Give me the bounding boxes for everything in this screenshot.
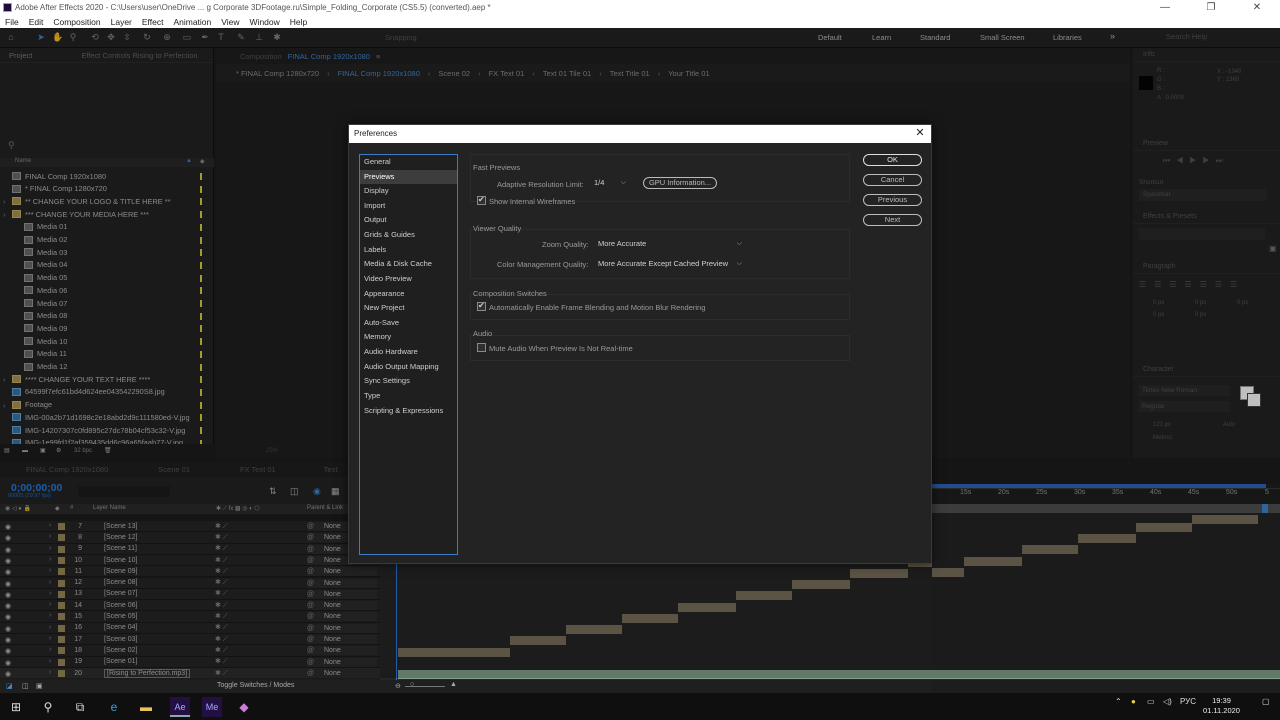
windows-taskbar: ⊞ ⚲ ⧉ e ▬ Ae Me ◆ ⌃ ● ▭ ◁) РУС 19:39 01.… (0, 693, 1280, 720)
viewer-quality-title: Viewer Quality (473, 224, 522, 233)
category-item[interactable]: Grids & Guides (360, 228, 457, 243)
zoom-slider-handle[interactable]: ○ (410, 681, 414, 688)
adaptive-resolution-dropdown[interactable]: 1/4 ⌵ (590, 177, 630, 189)
volume-icon[interactable]: ◁) (1163, 697, 1172, 706)
media-encoder-icon[interactable]: Me (202, 697, 222, 717)
chevron-down-icon: ⌵ (736, 260, 742, 267)
after-effects-icon (3, 3, 12, 12)
category-item[interactable]: Import (360, 199, 457, 214)
category-item[interactable]: Type (360, 389, 457, 404)
start-icon[interactable]: ⊞ (6, 697, 26, 717)
menu-layer[interactable]: Layer (106, 17, 137, 27)
language-indicator[interactable]: РУС (1180, 697, 1196, 706)
toggle-switches-modes[interactable]: Toggle Switches / Modes (217, 682, 294, 689)
tray-app-icon[interactable]: ● (1131, 697, 1136, 706)
menu-window[interactable]: Window (245, 17, 285, 27)
app-icon[interactable]: ◆ (234, 697, 254, 717)
mute-audio-checkbox[interactable] (477, 343, 486, 352)
category-item[interactable]: Video Preview (360, 272, 457, 287)
preferences-dialog: Preferences ✕ General Previews Display Impo… (348, 124, 932, 564)
category-item[interactable]: Display (360, 184, 457, 199)
expand-switches-icon[interactable]: ◫ (22, 682, 29, 690)
category-item[interactable]: Media & Disk Cache (360, 257, 457, 272)
mute-audio-label: Mute Audio When Preview Is Not Real-time (489, 344, 633, 353)
tray-chevron-icon[interactable]: ⌃ (1115, 697, 1122, 706)
category-item[interactable]: New Project (360, 301, 457, 316)
adaptive-resolution-label: Adaptive Resolution Limit: (497, 180, 584, 189)
color-management-value: More Accurate Except Cached Preview (598, 259, 729, 268)
dialog-title: Preferences (349, 125, 931, 143)
task-view-icon[interactable]: ⧉ (70, 697, 90, 717)
category-item[interactable]: Audio Hardware (360, 345, 457, 360)
clock-date: 01.11.2020 (1203, 706, 1240, 715)
audio-title: Audio (473, 329, 493, 338)
show-wireframes-label: Show Internal Wireframes (489, 197, 576, 206)
zoom-in-icon[interactable]: ▲ (450, 681, 457, 688)
menu-effect[interactable]: Effect (137, 17, 169, 27)
menu-composition[interactable]: Composition (48, 17, 105, 27)
zoom-quality-label: Zoom Quality: (542, 240, 589, 249)
menu-edit[interactable]: Edit (24, 17, 49, 27)
notifications-icon[interactable]: ▢ (1262, 697, 1270, 706)
category-item[interactable]: Output (360, 213, 457, 228)
chevron-down-icon: ⌵ (620, 179, 626, 186)
frame-blending-label: Automatically Enable Frame Blending and … (489, 303, 706, 312)
frame-blending-checkbox[interactable] (477, 301, 486, 311)
title-bar: Adobe After Effects 2020 - C:\Users\user… (0, 0, 1280, 15)
fast-previews-title: Fast Previews (473, 163, 521, 172)
network-icon[interactable]: ▭ (1147, 697, 1155, 706)
ok-button[interactable]: OK (863, 154, 922, 166)
window-title: Adobe After Effects 2020 - C:\Users\user… (15, 3, 491, 12)
category-item[interactable]: General (360, 155, 457, 170)
gpu-information-button[interactable]: GPU Information... (643, 177, 717, 189)
system-clock[interactable]: 19:39 01.11.2020 (1203, 696, 1240, 716)
close-window-button[interactable]: ✕ (1234, 0, 1280, 15)
edge-icon[interactable]: e (104, 697, 124, 717)
category-item[interactable]: Audio Output Mapping (360, 360, 457, 375)
file-explorer-icon[interactable]: ▬ (136, 697, 156, 717)
close-icon[interactable]: ✕ (913, 126, 927, 140)
chevron-down-icon: ⌵ (736, 240, 742, 247)
menu-animation[interactable]: Animation (168, 17, 216, 27)
menu-view[interactable]: View (216, 17, 244, 27)
zoom-out-icon[interactable]: ⊖ (395, 682, 401, 690)
after-effects-taskbar-icon[interactable]: Ae (170, 697, 190, 717)
category-item[interactable]: Memory (360, 330, 457, 345)
color-management-dropdown[interactable]: More Accurate Except Cached Preview ⌵ (594, 258, 746, 270)
adaptive-resolution-value: 1/4 (594, 178, 605, 187)
zoom-quality-value: More Accurate (598, 239, 647, 248)
clock-time: 19:39 (1212, 696, 1231, 705)
category-item[interactable]: Labels (360, 243, 457, 258)
render-time-icon[interactable]: ◪ (6, 682, 13, 690)
cancel-button[interactable]: Cancel (863, 174, 922, 186)
category-item[interactable]: Previews (360, 169, 457, 185)
show-wireframes-checkbox[interactable] (477, 195, 486, 205)
viewer-quality-section (470, 229, 850, 279)
minimize-button[interactable]: — (1142, 0, 1188, 15)
category-item[interactable]: Appearance (360, 287, 457, 302)
expand-modes-icon[interactable]: ▣ (36, 682, 43, 690)
previous-button[interactable]: Previous (863, 194, 922, 206)
menu-file[interactable]: File (0, 17, 24, 27)
search-icon[interactable]: ⚲ (38, 697, 58, 717)
zoom-quality-dropdown[interactable]: More Accurate ⌵ (594, 238, 746, 250)
maximize-button[interactable]: ❐ (1188, 0, 1234, 15)
next-button[interactable]: Next (863, 214, 922, 226)
menu-bar: File Edit Composition Layer Effect Anima… (0, 15, 1280, 28)
category-item[interactable]: Auto-Save (360, 316, 457, 331)
composition-switches-title: Composition Switches (473, 289, 547, 298)
color-management-label: Color Management Quality: (497, 260, 589, 269)
category-item[interactable]: Sync Settings (360, 374, 457, 389)
category-list: General Previews Display Import Output Grids … (359, 154, 458, 555)
category-item[interactable]: Scripting & Expressions (360, 404, 457, 419)
menu-help[interactable]: Help (285, 17, 312, 27)
timeline-bottom-bar: ◪ ◫ ▣ Toggle Switches / Modes ⊖ ○ ▲ (0, 680, 932, 693)
